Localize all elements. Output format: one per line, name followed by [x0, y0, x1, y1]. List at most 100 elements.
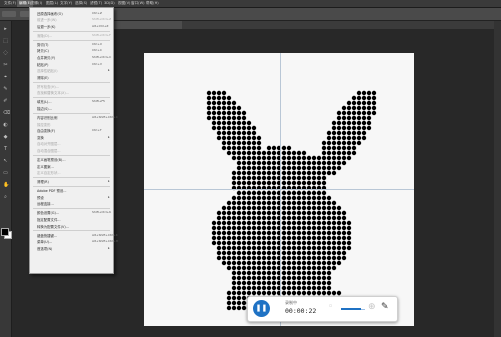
- art-dot: [251, 190, 257, 196]
- art-dot: [266, 220, 272, 226]
- art-dot: [231, 200, 237, 206]
- menu-item-shortcut: Shift+Ctrl+C: [92, 54, 112, 59]
- art-dot: [266, 145, 272, 151]
- pause-button[interactable]: ❚❚: [253, 300, 270, 317]
- art-dot: [281, 165, 287, 171]
- edit-menu-item[interactable]: 预设 ▸: [30, 194, 113, 200]
- edit-menu-item[interactable]: 清除(E): [30, 74, 113, 80]
- edit-menu-item[interactable]: 远程连接...: [30, 201, 113, 207]
- menu-item-label: 首选项(N): [37, 246, 53, 251]
- edit-menu-item[interactable]: 键盘快捷键... Alt+Shift+Ctrl+K: [30, 232, 118, 238]
- menubar-item[interactable]: 3D(D): [104, 1, 115, 5]
- stamp-tool-icon[interactable]: ✐: [3, 99, 8, 104]
- menubar-item[interactable]: 文字(Y): [60, 1, 72, 6]
- document-tab[interactable]: [112, 21, 182, 29]
- menubar-item[interactable]: 图层(L): [46, 1, 58, 6]
- menubar-item[interactable]: 视图(V): [118, 1, 130, 6]
- menubar-item[interactable]: 图像(I): [31, 1, 42, 6]
- edit-menu-item[interactable]: 定义画笔预设(B)...: [30, 156, 113, 162]
- edit-menu-item: 自动对齐图层...: [30, 141, 113, 147]
- pen-icon[interactable]: ✎: [381, 302, 389, 312]
- path-select-tool-icon[interactable]: ↖: [3, 159, 8, 164]
- type-tool-icon[interactable]: T: [3, 147, 8, 152]
- menubar-item[interactable]: 窗口(W): [131, 1, 145, 6]
- hand-tool-icon[interactable]: ✋: [3, 183, 9, 188]
- art-dot: [331, 145, 337, 151]
- art-dot: [241, 240, 247, 246]
- art-dot: [231, 235, 237, 241]
- edit-menu-item[interactable]: 合并拷贝(Y) Shift+Ctrl+C: [30, 54, 113, 60]
- edit-menu-item[interactable]: 内容识别比例 Alt+Shift+Ctrl+C: [30, 114, 118, 120]
- shape-tool-icon[interactable]: ▭: [3, 171, 8, 176]
- art-dot: [341, 105, 347, 111]
- marquee-tool-icon[interactable]: ⬚: [3, 39, 8, 44]
- art-dot: [266, 235, 272, 241]
- menubar-item[interactable]: 选择(S): [75, 1, 87, 6]
- art-dot: [211, 90, 217, 96]
- panel-dock: [494, 21, 501, 337]
- art-dot: [336, 125, 342, 131]
- art-dot: [341, 225, 347, 231]
- edit-menu-item[interactable]: 剪切(T) Ctrl+X: [30, 41, 113, 47]
- edit-menu-item[interactable]: Adobe PDF 预设...: [30, 188, 113, 194]
- art-dot: [361, 110, 367, 116]
- volume-low-icon[interactable]: ◦: [328, 302, 333, 312]
- art-dot: [336, 230, 342, 236]
- eyedropper-tool-icon[interactable]: ⌖: [3, 75, 8, 80]
- art-dot: [366, 105, 372, 111]
- gradient-tool-icon[interactable]: ◐: [3, 123, 8, 128]
- tool-preset-picker[interactable]: [2, 11, 16, 17]
- edit-menu-item[interactable]: 定义图案...: [30, 163, 113, 169]
- art-dot: [351, 115, 357, 121]
- edit-menu-item[interactable]: 首选项(N) ▸: [30, 245, 113, 251]
- art-dot: [256, 265, 262, 271]
- art-dot: [286, 190, 292, 196]
- edit-menu-item[interactable]: 后退一步(K) Alt+Ctrl+Z: [30, 23, 113, 29]
- crop-tool-icon[interactable]: ✂: [3, 63, 8, 68]
- eraser-tool-icon[interactable]: ⌫: [3, 111, 10, 116]
- brush-tool-icon[interactable]: ✎: [3, 87, 8, 92]
- edit-menu-item[interactable]: 变换 ▸: [30, 134, 113, 140]
- menubar-item[interactable]: 滤镜(T): [90, 1, 102, 6]
- art-dot: [246, 270, 252, 276]
- edit-menu-item[interactable]: 清理(R) ▸: [30, 179, 113, 185]
- edit-menu-item[interactable]: 指定配置文件...: [30, 216, 113, 222]
- edit-menu-item[interactable]: 填充(L)... Shift+F5: [30, 99, 113, 105]
- edit-menu-item[interactable]: 描边(S)...: [30, 105, 113, 111]
- menubar-item[interactable]: 文件(F): [4, 1, 16, 6]
- menubar-item[interactable]: 帮助(H): [146, 1, 159, 6]
- edit-menu-item[interactable]: 转换为配置文件(V)...: [30, 223, 113, 229]
- document-canvas[interactable]: [144, 53, 414, 326]
- art-dot: [291, 200, 297, 206]
- art-dot: [226, 140, 232, 146]
- pen-tool-icon[interactable]: ◆: [3, 135, 8, 140]
- art-dot: [256, 195, 262, 201]
- move-tool-icon[interactable]: ▸: [3, 27, 8, 32]
- art-dot: [301, 280, 307, 286]
- guide-horizontal[interactable]: [144, 189, 414, 190]
- art-dot: [321, 145, 327, 151]
- edit-menu-item[interactable]: 粘贴(P) Ctrl+V: [30, 61, 113, 67]
- art-dot: [236, 275, 242, 281]
- edit-menu-item[interactable]: 还原选择画布(O) Ctrl+Z: [30, 10, 113, 16]
- art-dot: [336, 215, 342, 221]
- art-dot: [306, 220, 312, 226]
- edit-menu-item[interactable]: 自由变换(F) Ctrl+T: [30, 128, 113, 134]
- art-dot: [236, 235, 242, 241]
- lasso-tool-icon[interactable]: ◌: [3, 51, 8, 56]
- art-dot: [351, 130, 357, 136]
- art-dot: [256, 270, 262, 276]
- edit-menu-item[interactable]: 颜色设置(G)... Shift+Ctrl+K: [30, 210, 113, 216]
- zoom-tool-icon[interactable]: ⌕: [3, 195, 8, 200]
- edit-menu-item[interactable]: 拷贝(C) Ctrl+C: [30, 48, 113, 54]
- art-dot: [356, 130, 362, 136]
- art-dot: [336, 290, 342, 296]
- art-dot: [241, 160, 247, 166]
- foreground-color-swatch[interactable]: [1, 228, 9, 236]
- art-dot: [291, 175, 297, 181]
- art-dot: [311, 235, 317, 241]
- art-dot: [226, 130, 232, 136]
- art-dot: [346, 140, 352, 146]
- volume-high-icon[interactable]: ⊕: [368, 302, 376, 312]
- edit-menu-item[interactable]: 菜单(U)... Alt+Shift+Ctrl+M: [30, 239, 118, 245]
